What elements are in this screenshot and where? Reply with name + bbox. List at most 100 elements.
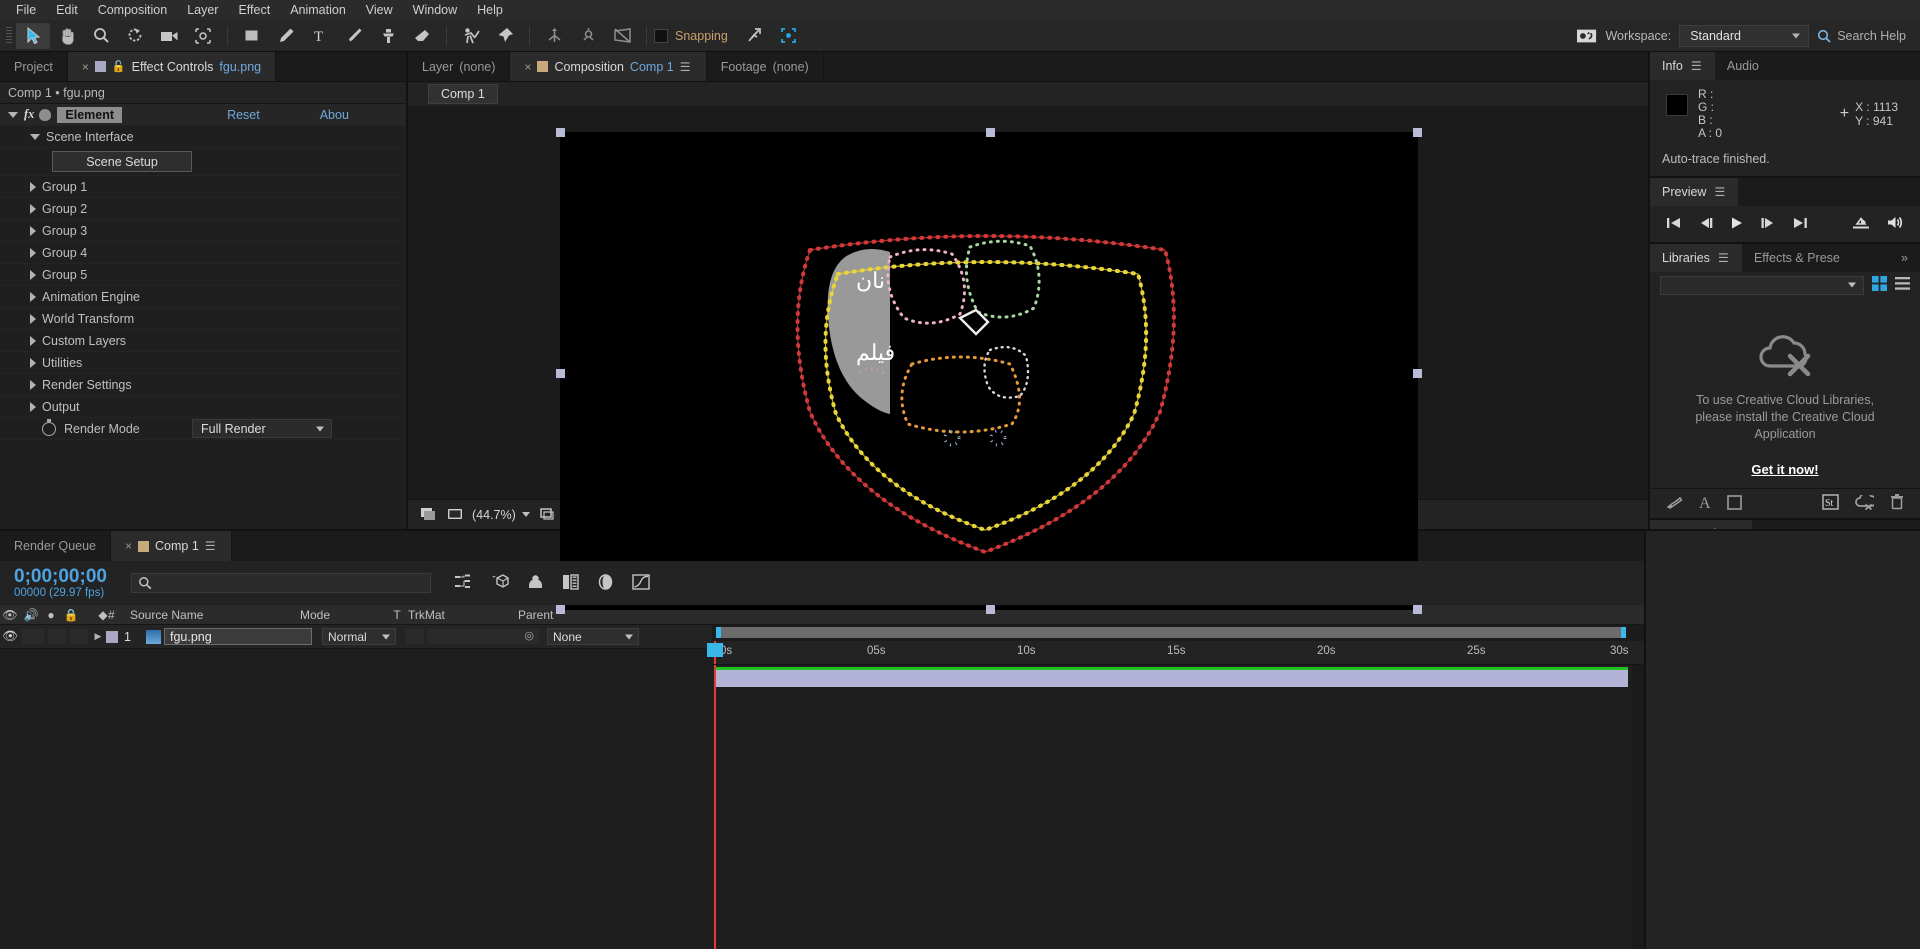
clone-stamp-tool[interactable] [371,23,405,49]
timeline-playhead[interactable] [707,641,723,664]
close-icon[interactable]: × [524,60,531,74]
timeline-bars[interactable] [712,665,1644,949]
disclosure-triangle-icon[interactable] [30,225,36,236]
disclosure-triangle-icon[interactable] [30,269,36,280]
snapping-checkbox[interactable] [654,28,668,43]
list-view-icon[interactable] [1895,276,1910,294]
timeline-ruler[interactable]: 0s 05s 10s 15s 20s 25s 30s [707,641,1644,665]
menu-item-effect[interactable]: Effect [228,0,280,20]
playhead-handle[interactable] [707,643,723,657]
selection-handle[interactable] [1413,369,1422,378]
stock-icon[interactable]: St [1822,494,1839,513]
graph-editor-icon[interactable] [632,573,650,593]
close-icon[interactable]: × [125,539,132,553]
timeline-search-input[interactable] [130,573,431,593]
tab-layer[interactable]: Layer (none) [408,52,511,81]
tab-audio[interactable]: Audio [1715,52,1771,80]
menu-item-animation[interactable]: Animation [280,0,356,20]
pan-behind-tool[interactable] [186,23,220,49]
puppet-pin-tool[interactable] [488,23,522,49]
comp-name-chip[interactable]: Comp 1 [428,84,498,104]
shape-icon[interactable] [1726,494,1742,513]
tab-libraries[interactable]: Libraries ☰ [1650,244,1742,272]
toolbar-grip[interactable] [6,26,12,45]
close-icon[interactable]: × [82,60,89,74]
next-frame-button[interactable] [1760,216,1776,233]
group-row-2[interactable]: Group 2 [0,198,406,220]
reset-link[interactable]: Reset [227,108,260,122]
always-preview-icon[interactable] [418,506,438,524]
work-area-bar[interactable] [716,627,1626,638]
tab-composition[interactable]: × Composition Comp 1 ☰ [510,52,707,81]
zoom-level-select[interactable]: (44.7%) [472,508,530,522]
hide-shy-layers-icon[interactable] [527,574,544,593]
trash-icon[interactable] [1890,494,1904,513]
eraser-tool[interactable] [405,23,439,49]
panel-menu-icon[interactable]: ☰ [1691,60,1703,72]
layer-label-color[interactable] [106,630,118,643]
library-select[interactable] [1660,275,1864,295]
disclosure-triangle-icon[interactable] [8,111,18,118]
panel-menu-icon[interactable]: ☰ [680,61,692,73]
tab-render-queue[interactable]: Render Queue [0,531,112,561]
disclosure-triangle-icon[interactable] [30,247,36,258]
audio-switch-icon[interactable]: 🔊 [20,608,42,622]
grid-view-icon[interactable] [1872,276,1887,294]
layer-preserve-transparency-toggle[interactable] [406,629,424,644]
local-axis-mode-icon[interactable] [537,23,571,49]
selection-handle[interactable] [1413,605,1422,614]
animation-engine-row[interactable]: Animation Engine [0,286,406,308]
disclosure-triangle-icon[interactable] [30,133,40,140]
workspace-gear-icon[interactable] [1577,27,1597,45]
tab-effect-controls[interactable]: × 🔓 Effect Controls fgu.png [67,52,277,81]
about-link[interactable]: Abou [320,108,349,122]
disclosure-triangle-icon[interactable] [30,181,36,192]
tab-timeline-comp[interactable]: × Comp 1 ☰ [111,531,232,561]
world-axis-mode-icon[interactable] [571,23,605,49]
text-icon[interactable]: A [1699,495,1711,513]
tabs-overflow-button[interactable]: » [1889,244,1920,272]
loop-options-button[interactable] [1852,216,1870,233]
tab-project[interactable]: Project [0,52,68,81]
tab-effects-presets[interactable]: Effects & Prese [1742,244,1852,272]
hand-tool[interactable] [50,23,84,49]
menu-item-composition[interactable]: Composition [88,0,177,20]
previous-frame-button[interactable] [1698,216,1714,233]
selection-handle[interactable] [556,128,565,137]
group-row-4[interactable]: Group 4 [0,242,406,264]
composition-viewport[interactable]: نان فيلم [408,106,1648,614]
region-of-interest-icon[interactable] [537,506,557,524]
shape-tool[interactable] [235,23,269,49]
panel-menu-icon[interactable]: ☰ [1718,252,1730,264]
brush-icon[interactable] [1666,495,1683,513]
layer-solo-toggle[interactable] [48,629,66,644]
selection-handle[interactable] [556,605,565,614]
menu-item-file[interactable]: File [6,0,46,20]
selection-tool[interactable] [16,22,50,49]
camera-tool[interactable] [152,23,186,49]
scene-interface-row[interactable]: Scene Interface [0,126,406,148]
stopwatch-icon[interactable] [42,418,56,436]
layer-audio-toggle[interactable] [22,629,44,644]
group-row-3[interactable]: Group 3 [0,220,406,242]
enable-motion-blur-icon[interactable] [597,573,614,593]
panel-menu-icon[interactable]: ☰ [205,540,217,552]
disclosure-triangle-icon[interactable] [30,313,36,324]
cc-libraries-icon[interactable] [1855,491,1877,513]
render-settings-row[interactable]: Render Settings [0,374,406,396]
group-row-5[interactable]: Group 5 [0,264,406,286]
layer-duration-bar[interactable] [714,667,1628,687]
menu-item-layer[interactable]: Layer [177,0,228,20]
snap-arrow-icon[interactable] [738,23,772,49]
zoom-tool[interactable] [84,23,118,49]
workspace-select[interactable]: Standard [1679,24,1810,47]
menu-item-edit[interactable]: Edit [46,0,88,20]
custom-layers-row[interactable]: Custom Layers [0,330,406,352]
roto-brush-tool[interactable] [454,23,488,49]
view-axis-mode-icon[interactable] [605,23,639,49]
play-button[interactable] [1730,216,1744,233]
lock-switch-icon[interactable]: 🔒 [60,608,82,622]
disclosure-triangle-icon[interactable] [30,291,36,302]
lock-icon[interactable]: 🔓 [112,60,126,73]
timeline-vertical-scrollbar[interactable] [1632,665,1644,949]
